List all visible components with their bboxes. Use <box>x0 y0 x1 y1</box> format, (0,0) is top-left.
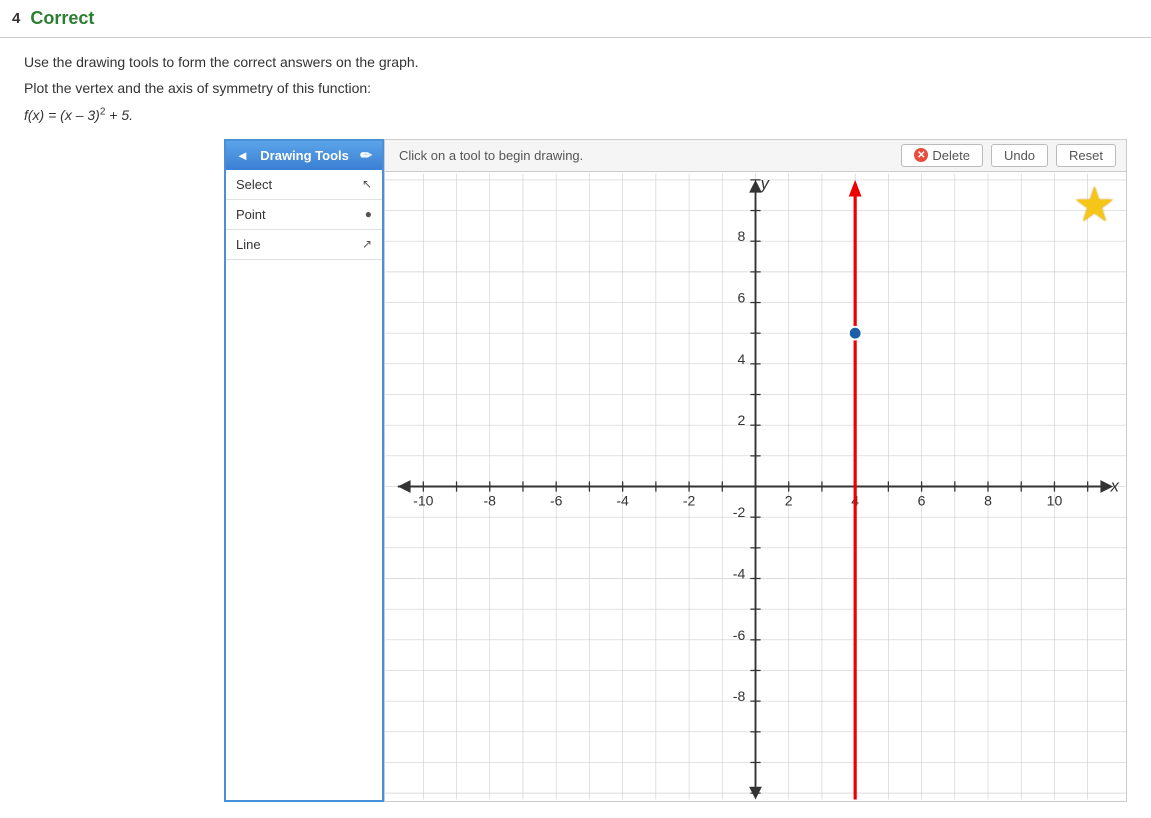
svg-text:-2: -2 <box>733 504 746 520</box>
svg-text:-8: -8 <box>484 492 497 508</box>
svg-text:-6: -6 <box>733 626 746 642</box>
svg-text:8: 8 <box>984 492 992 508</box>
instruction-line2: Plot the vertex and the axis of symmetry… <box>24 80 1127 96</box>
question-number: 4 <box>12 10 20 27</box>
svg-text:-10: -10 <box>413 492 433 508</box>
line-icon: ↗ <box>362 237 372 251</box>
undo-button[interactable]: Undo <box>991 144 1048 167</box>
svg-text:4: 4 <box>737 351 745 367</box>
svg-text:-4: -4 <box>616 492 629 508</box>
function-display: f(x) = (x – 3)2 + 5. <box>24 106 1127 123</box>
svg-text:-4: -4 <box>733 565 746 581</box>
collapse-icon[interactable]: ◄ <box>236 148 249 163</box>
tool-line[interactable]: Line ↗ <box>226 230 382 260</box>
delete-button[interactable]: ✕ Delete <box>901 144 983 167</box>
svg-text:2: 2 <box>785 492 793 508</box>
undo-label: Undo <box>1004 148 1035 163</box>
svg-text:10: 10 <box>1047 492 1063 508</box>
svg-text:6: 6 <box>737 289 745 305</box>
tool-point[interactable]: Point ● <box>226 200 382 230</box>
select-icon: ↖ <box>362 177 372 191</box>
toolbar-hint: Click on a tool to begin drawing. <box>395 148 893 163</box>
graph-svg: -10 -8 -6 -4 -2 2 4 6 8 10 8 6 <box>385 172 1126 801</box>
instruction-line1: Use the drawing tools to form the correc… <box>24 54 1127 70</box>
y-axis-label: y <box>760 173 771 192</box>
drawing-tools-title: Drawing Tools <box>260 148 349 163</box>
svg-text:8: 8 <box>737 228 745 244</box>
header-bar: 4 Correct <box>0 0 1151 38</box>
svg-text:-2: -2 <box>683 492 696 508</box>
content-area: Use the drawing tools to form the correc… <box>0 38 1151 818</box>
star-icon: ★ <box>1073 182 1116 230</box>
graph-svg-container[interactable]: ★ <box>385 172 1126 801</box>
tool-point-label: Point <box>236 207 266 222</box>
reset-button[interactable]: Reset <box>1056 144 1116 167</box>
svg-text:6: 6 <box>918 492 926 508</box>
correct-label: Correct <box>30 8 94 29</box>
svg-text:-6: -6 <box>550 492 563 508</box>
drawing-tools-panel: ◄ Drawing Tools ✏ Select ↖ Point ● Line … <box>224 139 384 802</box>
vertex-point <box>849 326 862 339</box>
pencil-icon: ✏ <box>360 147 372 164</box>
delete-icon: ✕ <box>914 148 928 162</box>
tool-select-label: Select <box>236 177 272 192</box>
tool-line-label: Line <box>236 237 261 252</box>
x-axis-label: x <box>1110 476 1120 495</box>
delete-label: Delete <box>932 148 970 163</box>
point-icon: ● <box>365 207 372 221</box>
svg-text:2: 2 <box>737 412 745 428</box>
svg-text:-8: -8 <box>733 688 746 704</box>
main-area: ◄ Drawing Tools ✏ Select ↖ Point ● Line … <box>224 139 1127 802</box>
reset-label: Reset <box>1069 148 1103 163</box>
tool-select[interactable]: Select ↖ <box>226 170 382 200</box>
graph-panel: Click on a tool to begin drawing. ✕ Dele… <box>384 139 1127 802</box>
graph-toolbar: Click on a tool to begin drawing. ✕ Dele… <box>385 140 1126 172</box>
axis-of-symmetry-arrow <box>849 180 862 197</box>
drawing-tools-header: ◄ Drawing Tools ✏ <box>226 141 382 170</box>
